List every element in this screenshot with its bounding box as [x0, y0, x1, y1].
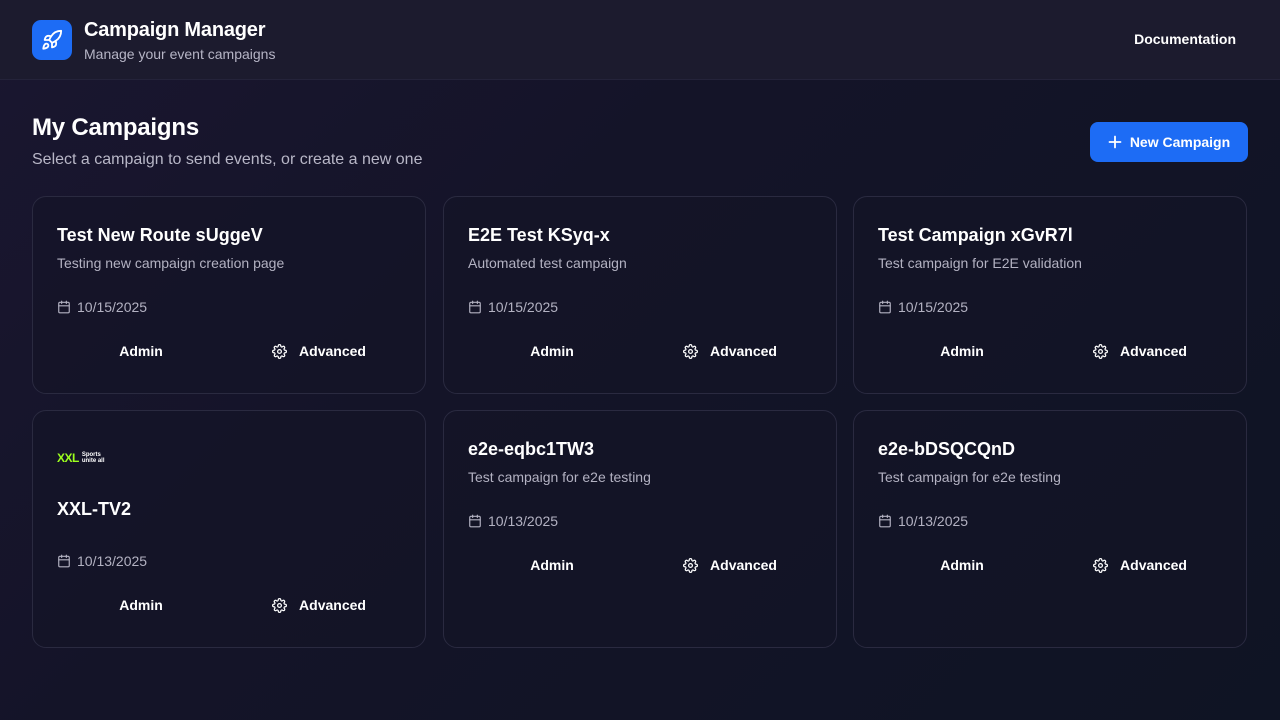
advanced-button[interactable]: Advanced	[1056, 335, 1224, 367]
gear-icon	[272, 597, 287, 613]
page-subtitle: Select a campaign to send events, or cre…	[32, 151, 423, 168]
new-campaign-button[interactable]: New Campaign	[1090, 122, 1248, 162]
campaign-card[interactable]: E2E Test KSyq-x Automated test campaign …	[443, 196, 837, 394]
campaign-date: 10/13/2025	[468, 513, 558, 529]
brand-tagline-line2: unite all	[81, 458, 105, 464]
campaign-title: e2e-eqbc1TW3	[468, 439, 595, 459]
campaign-description: Automated test campaign	[468, 255, 627, 271]
campaign-description: Testing new campaign creation page	[57, 255, 285, 271]
campaign-date-text: 10/15/2025	[488, 299, 559, 315]
admin-button[interactable]: Admin	[878, 549, 1046, 581]
calendar-icon	[58, 300, 70, 314]
admin-button[interactable]: Admin	[468, 549, 636, 581]
advanced-label: Advanced	[710, 557, 777, 573]
app-subtitle: Manage your event campaigns	[84, 46, 276, 62]
campaign-date-text: 10/15/2025	[77, 299, 148, 315]
admin-button[interactable]: Admin	[57, 589, 225, 621]
campaign-card[interactable]: e2e-eqbc1TW3 Test campaign for e2e testi…	[443, 410, 837, 648]
calendar-icon	[879, 300, 891, 314]
campaign-title: Test New Route sUggeV	[57, 225, 263, 245]
advanced-button[interactable]: Advanced	[646, 549, 814, 581]
gear-icon	[1093, 343, 1108, 359]
advanced-button[interactable]: Advanced	[235, 589, 403, 621]
page-title: My Campaigns	[32, 114, 199, 141]
gear-icon	[683, 557, 698, 573]
rocket-icon	[42, 29, 63, 50]
plus-icon	[1108, 135, 1122, 149]
gear-icon	[683, 343, 698, 359]
admin-button[interactable]: Admin	[57, 335, 225, 367]
new-campaign-label: New Campaign	[1129, 134, 1231, 150]
advanced-label: Advanced	[299, 597, 366, 613]
admin-button[interactable]: Admin	[878, 335, 1046, 367]
advanced-button[interactable]: Advanced	[646, 335, 814, 367]
gear-icon	[1093, 557, 1108, 573]
brand-logo-text: XXL	[57, 451, 79, 465]
campaign-date: 10/15/2025	[468, 299, 558, 315]
advanced-label: Advanced	[710, 343, 777, 359]
advanced-label: Advanced	[299, 343, 366, 359]
campaign-date: 10/13/2025	[57, 553, 147, 569]
calendar-icon	[58, 554, 70, 568]
app-header: Campaign Manager Manage your event campa…	[0, 0, 1280, 80]
campaign-title: XXL-TV2	[57, 499, 132, 519]
calendar-icon	[469, 300, 481, 314]
campaign-date-text: 10/15/2025	[898, 299, 969, 315]
campaign-description: Test campaign for E2E validation	[878, 255, 1082, 271]
calendar-icon	[469, 514, 481, 528]
campaign-title: Test Campaign xGvR7l	[878, 225, 1073, 245]
campaign-card[interactable]: Test New Route sUggeV Testing new campai…	[32, 196, 426, 394]
campaign-date-text: 10/13/2025	[898, 513, 969, 529]
campaign-title: E2E Test KSyq-x	[468, 225, 610, 245]
campaign-date: 10/15/2025	[57, 299, 147, 315]
campaign-card[interactable]: e2e-bDSQCQnD Test campaign for e2e testi…	[853, 410, 1247, 648]
brand-logo-tagline: Sports unite all	[82, 452, 105, 464]
admin-button[interactable]: Admin	[468, 335, 636, 367]
campaign-brand-logo: XXL Sports unite all	[57, 451, 105, 465]
campaign-description: Test campaign for e2e testing	[878, 469, 1061, 485]
campaign-date: 10/13/2025	[878, 513, 968, 529]
campaign-date-text: 10/13/2025	[488, 513, 559, 529]
app-title: Campaign Manager	[84, 19, 266, 41]
advanced-label: Advanced	[1120, 557, 1187, 573]
advanced-button[interactable]: Advanced	[235, 335, 403, 367]
advanced-label: Advanced	[1120, 343, 1187, 359]
campaign-card[interactable]: XXL Sports unite all XXL-TV2 10/13/2025 …	[32, 410, 426, 648]
campaign-date-text: 10/13/2025	[77, 553, 148, 569]
documentation-link[interactable]: Documentation	[1134, 31, 1236, 47]
gear-icon	[272, 343, 287, 359]
advanced-button[interactable]: Advanced	[1056, 549, 1224, 581]
campaign-description: Test campaign for e2e testing	[468, 469, 651, 485]
campaign-date: 10/15/2025	[878, 299, 968, 315]
app-logo	[32, 20, 72, 60]
calendar-icon	[879, 514, 891, 528]
campaign-card[interactable]: Test Campaign xGvR7l Test campaign for E…	[853, 196, 1247, 394]
campaign-title: e2e-bDSQCQnD	[878, 439, 1016, 459]
